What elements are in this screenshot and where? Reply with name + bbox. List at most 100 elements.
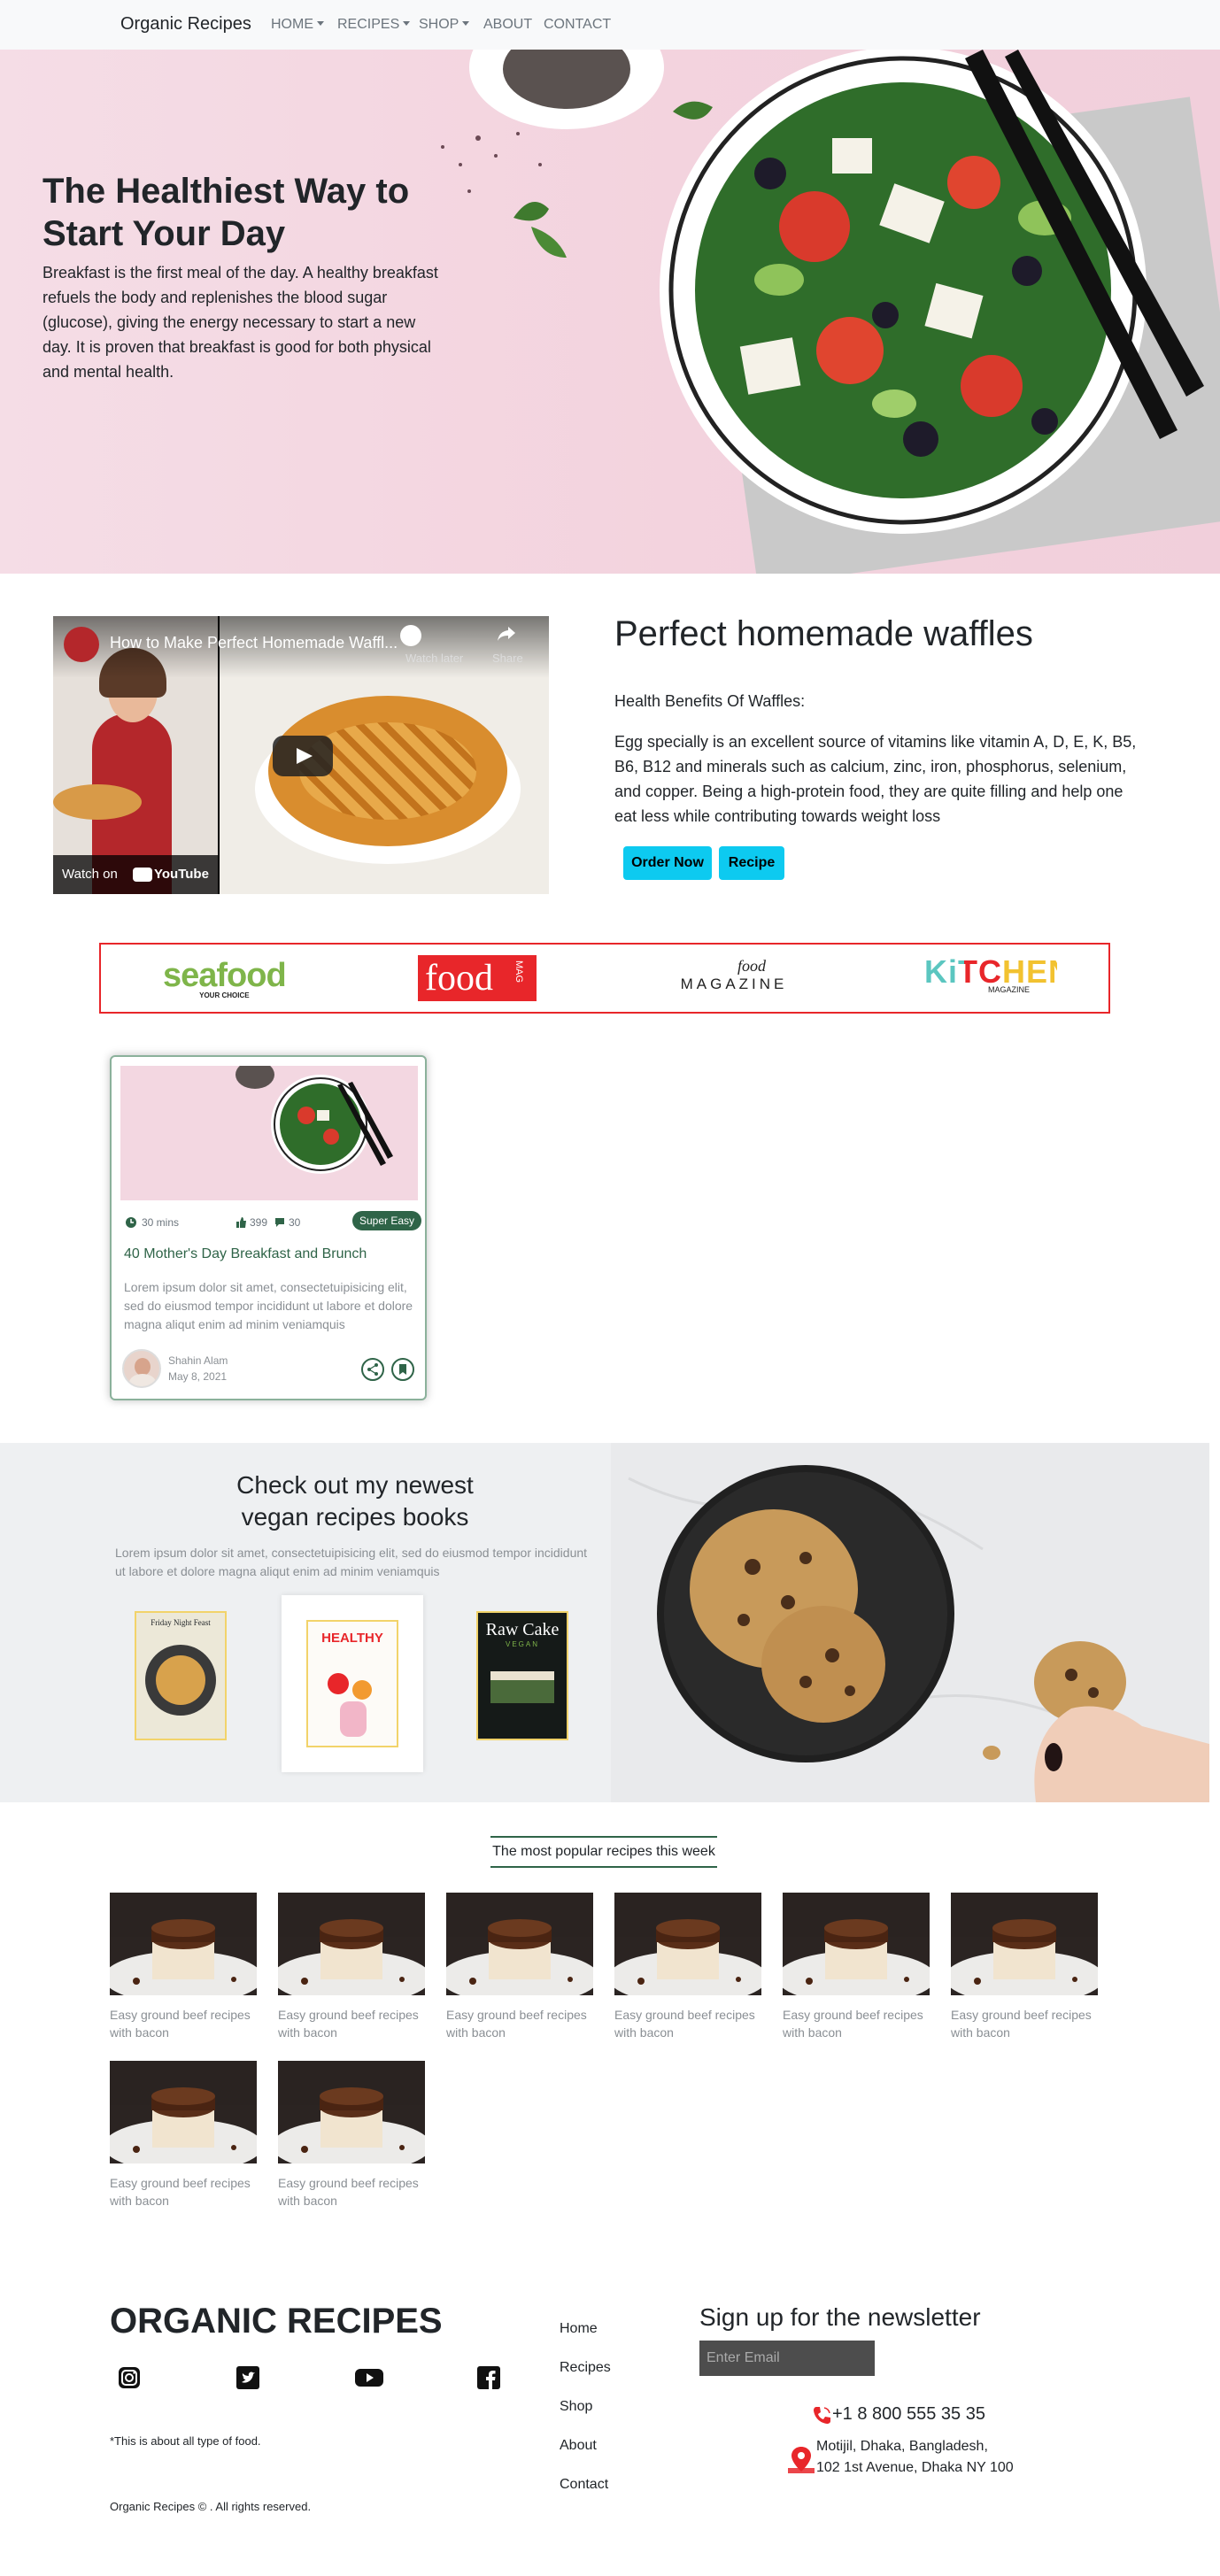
book3-subtitle: VEGAN: [505, 1640, 539, 1648]
difficulty-badge: Super Easy: [352, 1211, 422, 1230]
waffles-text: Egg specially is an excellent source of …: [614, 733, 1137, 825]
footer-link-about[interactable]: About: [560, 2438, 597, 2454]
footer-copyright: Organic Recipes © . All rights reserved.: [110, 2500, 312, 2513]
share-icon: [367, 1363, 378, 1376]
nav-about[interactable]: ABOUT: [483, 17, 532, 33]
footer-brand: ORGANIC RECIPES: [110, 2302, 443, 2341]
clock-icon[interactable]: [400, 625, 421, 646]
foodmag-logo[interactable]: food MAG: [418, 955, 537, 1001]
order-now-button[interactable]: Order Now: [623, 846, 712, 880]
popular-recipe-image[interactable]: [278, 2061, 425, 2163]
facebook-icon[interactable]: [476, 2365, 501, 2390]
location-pin-icon: [788, 2447, 815, 2473]
share-icon[interactable]: [496, 625, 517, 643]
foodmag-logo-text: food: [425, 958, 493, 999]
play-icon: [297, 748, 313, 764]
footer-link-home[interactable]: Home: [560, 2321, 598, 2337]
popular-recipe-caption[interactable]: Easy ground beef recipes with bacon: [614, 2006, 761, 2041]
newsletter-title: Sign up for the newsletter: [699, 2303, 981, 2331]
vegan-books-title: Check out my newest vegan recipes books: [236, 1471, 474, 1531]
newsletter-email-input[interactable]: [699, 2341, 875, 2376]
recipe-card[interactable]: 30 mins 399 30 Super Easy 40 Mother's Da…: [110, 1055, 427, 1400]
thumbs-up-icon: [236, 1217, 246, 1228]
nav-contact[interactable]: CONTACT: [544, 17, 611, 33]
author-name: Shahin Alam: [168, 1354, 228, 1367]
video-title[interactable]: How to Make Perfect Homemade Waffl...: [110, 634, 398, 652]
bookmark-button[interactable]: [391, 1358, 414, 1381]
popular-recipe-image[interactable]: [614, 1893, 761, 1995]
popular-recipe-image[interactable]: [951, 1893, 1098, 1995]
popular-recipe-image[interactable]: [110, 2061, 257, 2163]
foodmag-logo-tag: MAG: [513, 960, 524, 983]
bookmark-icon: [399, 1364, 406, 1375]
recipe-button[interactable]: Recipe: [719, 846, 784, 880]
nav-recipes[interactable]: RECIPES: [337, 17, 410, 33]
video-embed[interactable]: How to Make Perfect Homemade Waffl... Wa…: [53, 616, 549, 894]
book-healthy: HEALTHY: [306, 1620, 398, 1747]
popular-recipe-caption[interactable]: Easy ground beef recipes with bacon: [278, 2006, 425, 2041]
popular-recipes-heading: The most popular recipes this week: [490, 1836, 717, 1868]
recipe-card-title[interactable]: 40 Mother's Day Breakfast and Brunch: [124, 1246, 367, 1262]
popular-recipe-image[interactable]: [783, 1893, 930, 1995]
cookies-image: [611, 1443, 1209, 1802]
popular-recipe-image[interactable]: [110, 1893, 257, 1995]
footer-link-recipes[interactable]: Recipes: [560, 2360, 611, 2376]
hero-text: Breakfast is the first meal of the day. …: [42, 264, 438, 381]
waffles-title: Perfect homemade waffles: [614, 614, 1033, 653]
navbar-brand[interactable]: Organic Recipes: [120, 14, 251, 35]
share-button[interactable]: [361, 1358, 384, 1381]
hero-section: The Healthiest Way to Start Your Day Bre…: [0, 50, 1220, 574]
popular-recipe-caption[interactable]: Easy ground beef recipes with bacon: [446, 2006, 593, 2041]
recipe-card-text: Lorem ipsum dolor sit amet, consectetuip…: [124, 1280, 413, 1331]
share-label[interactable]: Share: [492, 652, 523, 665]
watch-later-label[interactable]: Watch later: [405, 652, 463, 665]
book-friday-night-feast[interactable]: Friday Night Feast: [135, 1611, 227, 1740]
book-healthy-card[interactable]: HEALTHY: [282, 1595, 423, 1772]
instagram-icon[interactable]: [117, 2365, 142, 2390]
youtube-logo-icon: [133, 868, 152, 882]
popular-recipe-image[interactable]: [278, 1893, 425, 1995]
popular-recipe-image[interactable]: [446, 1893, 593, 1995]
watch-on-youtube[interactable]: Watch on YouTube: [53, 855, 218, 894]
book1-title: Friday Night Feast: [151, 1618, 211, 1627]
phone-icon: [814, 2407, 830, 2424]
footer-about: *This is about all type of food.: [110, 2434, 261, 2448]
vegan-books-section: Check out my newest vegan recipes books …: [0, 1443, 1209, 1802]
popular-recipe-caption[interactable]: Easy ground beef recipes with bacon: [110, 2174, 257, 2210]
food-magazine-script: food: [737, 957, 766, 975]
kitchen-logo[interactable]: KiTCHEN MAGAZINE: [924, 953, 1071, 994]
recipe-time: 30 mins: [142, 1216, 180, 1229]
footer-address: Motijil, Dhaka, Bangladesh, 102 1st Aven…: [816, 2436, 1014, 2479]
popular-recipe-caption[interactable]: Easy ground beef recipes with bacon: [110, 2006, 257, 2041]
waffles-subtitle: Health Benefits Of Waffles:: [614, 692, 806, 710]
popular-recipe-caption[interactable]: Easy ground beef recipes with bacon: [783, 2006, 930, 2041]
footer-link-contact[interactable]: Contact: [560, 2477, 608, 2493]
recipe-likes: 399: [250, 1216, 268, 1229]
post-date: May 8, 2021: [168, 1370, 228, 1383]
footer-address-line2: 102 1st Avenue, Dhaka NY 100: [816, 2460, 1014, 2475]
footer-phone[interactable]: +1 8 800 555 35 35: [832, 2404, 985, 2425]
recipe-comments: 30: [289, 1216, 301, 1229]
popular-recipe-caption[interactable]: Easy ground beef recipes with bacon: [278, 2174, 425, 2210]
hero-title: The Healthiest Way to Start Your Day: [42, 172, 410, 253]
clock-icon: [126, 1217, 136, 1228]
food-magazine-logo[interactable]: food MAGAZINE: [668, 957, 800, 993]
play-button[interactable]: [273, 736, 333, 776]
vegan-books-text: Lorem ipsum dolor sit amet, consectetuip…: [115, 1546, 588, 1578]
comment-icon: [275, 1218, 284, 1227]
food-magazine-text: MAGAZINE: [680, 976, 788, 992]
book2-title: HEALTHY: [321, 1631, 383, 1646]
seafood-logo[interactable]: seafood YOUR CHOICE: [163, 957, 287, 999]
footer-address-line1: Motijil, Dhaka, Bangladesh,: [816, 2439, 988, 2454]
channel-avatar[interactable]: [64, 627, 99, 662]
book3-title: Raw Cake: [485, 1620, 560, 1639]
youtube-icon[interactable]: [354, 2365, 384, 2390]
footer-link-shop[interactable]: Shop: [560, 2399, 592, 2415]
youtube-label: YouTube: [154, 867, 209, 882]
brand-logos-strip: seafood YOUR CHOICE food MAG food MAGAZI…: [99, 943, 1110, 1014]
popular-recipe-caption[interactable]: Easy ground beef recipes with bacon: [951, 2006, 1098, 2041]
nav-home[interactable]: HOME: [271, 17, 324, 33]
book-raw-cake[interactable]: Raw Cake VEGAN: [476, 1611, 568, 1740]
nav-shop[interactable]: SHOP: [419, 17, 469, 33]
twitter-icon[interactable]: [236, 2365, 260, 2390]
